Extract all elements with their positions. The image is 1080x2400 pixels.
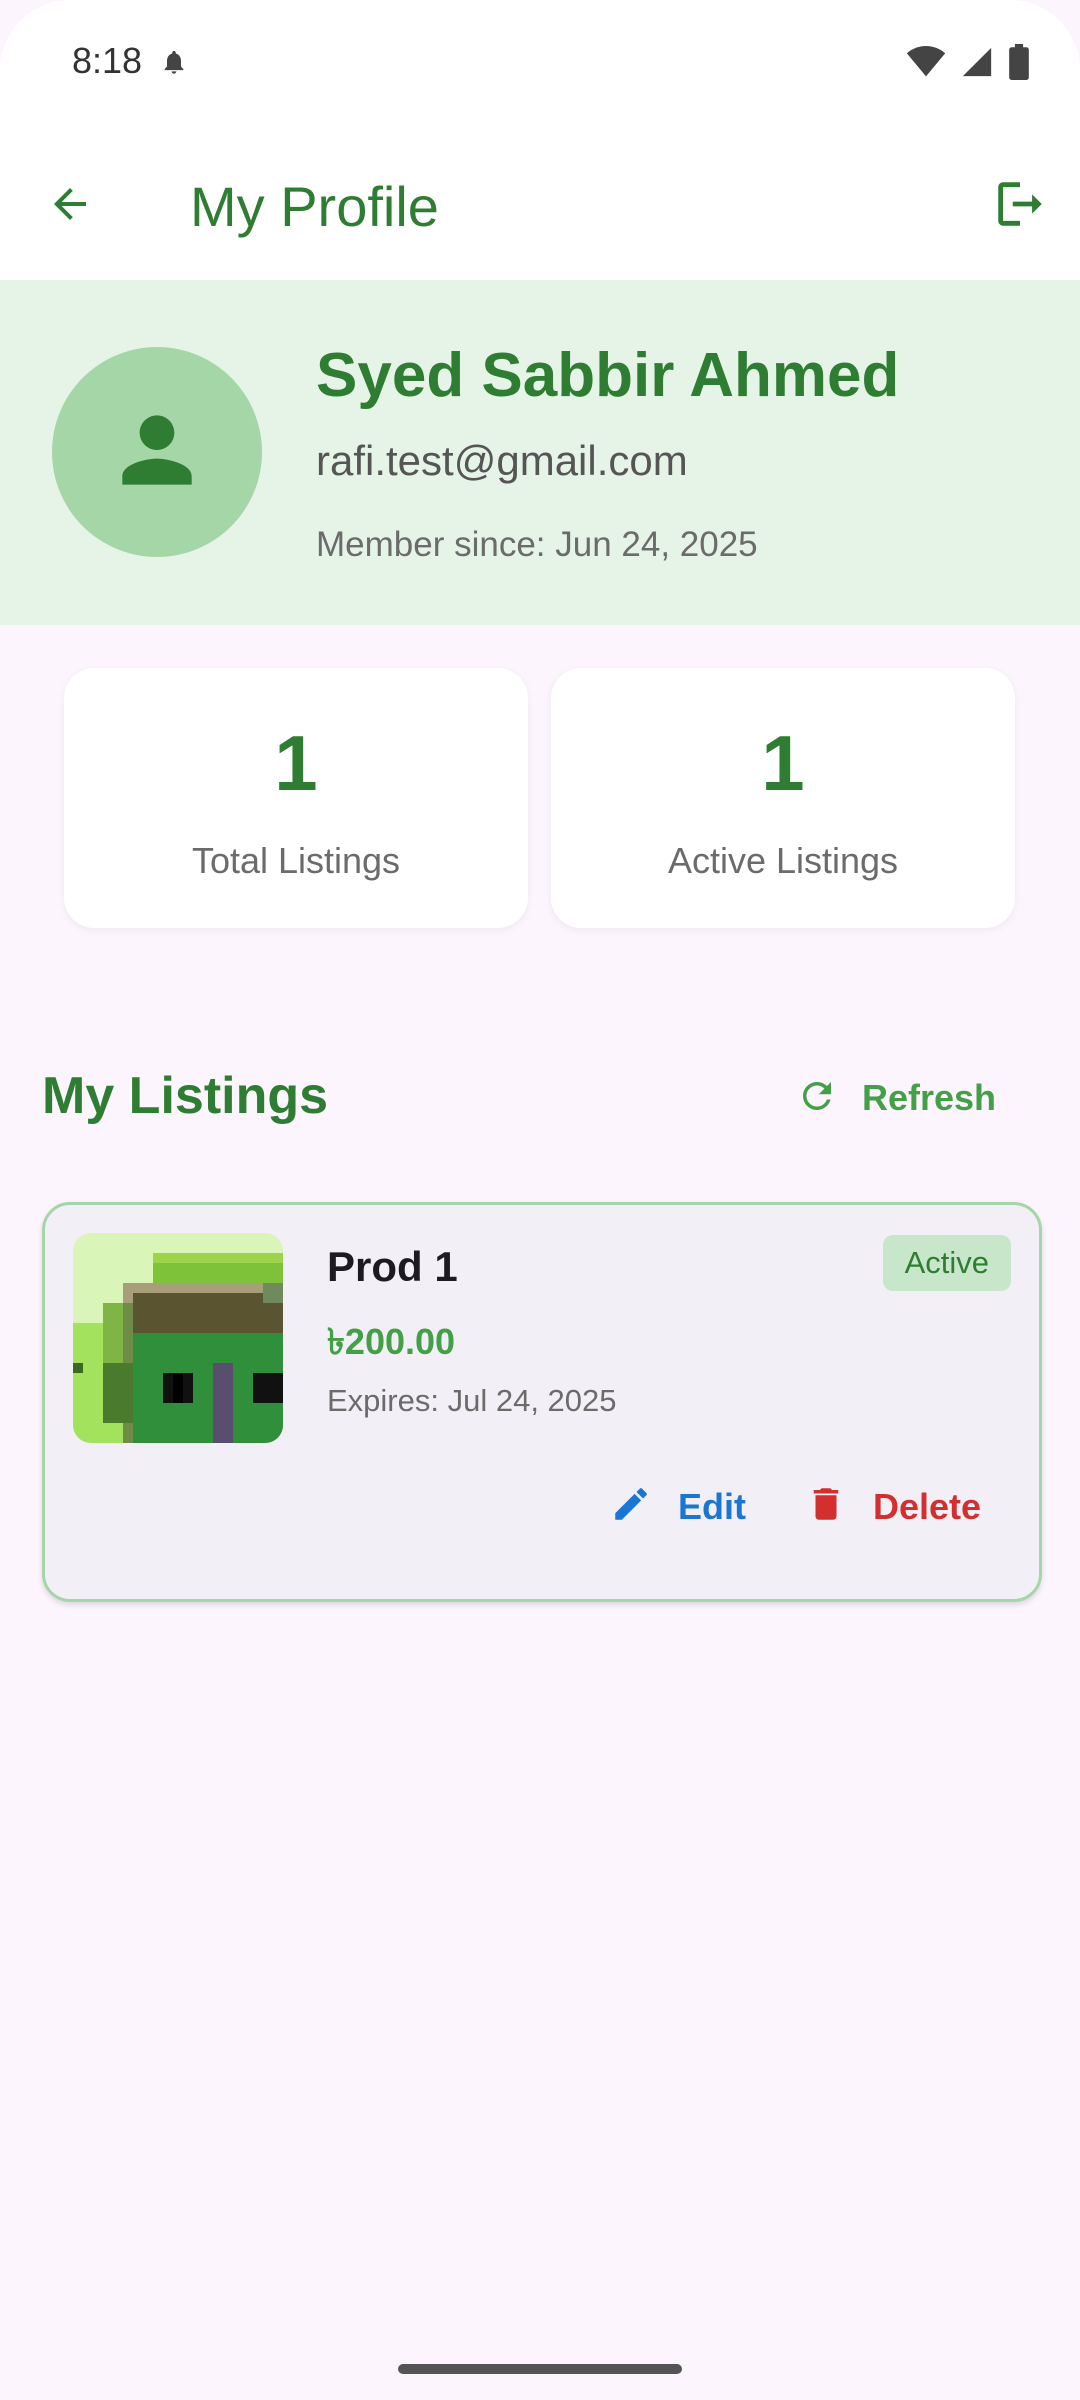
product-expires: Expires: Jul 24, 2025 bbox=[327, 1383, 617, 1418]
back-button[interactable] bbox=[30, 166, 110, 246]
stat-label: Active Listings bbox=[667, 840, 899, 881]
signal-icon bbox=[960, 45, 994, 84]
notification-bell-icon bbox=[160, 46, 188, 83]
app-screen: 8:18 My Profile Syed Sabbir Ahmed rafi.t… bbox=[0, 0, 1080, 2400]
user-name: Syed Sabbir Ahmed bbox=[316, 341, 900, 410]
status-icons bbox=[906, 44, 1030, 85]
arrow-back-icon bbox=[46, 180, 94, 233]
section-title: My Listings bbox=[42, 1067, 329, 1125]
stat-label: Total Listings bbox=[191, 840, 401, 881]
home-indicator[interactable] bbox=[398, 2364, 682, 2374]
stat-card-total-listings: 1 Total Listings bbox=[64, 668, 528, 928]
app-bar: My Profile bbox=[0, 130, 1080, 280]
profile-header: Syed Sabbir Ahmed rafi.test@gmail.com Me… bbox=[0, 280, 1080, 625]
refresh-button[interactable]: Refresh bbox=[796, 1070, 996, 1126]
product-name: Prod 1 bbox=[327, 1243, 458, 1290]
person-icon bbox=[105, 398, 209, 507]
user-email: rafi.test@gmail.com bbox=[316, 437, 688, 484]
refresh-icon bbox=[796, 1075, 838, 1122]
member-since: Member since: Jun 24, 2025 bbox=[316, 525, 758, 564]
avatar bbox=[52, 347, 262, 557]
refresh-label: Refresh bbox=[862, 1077, 997, 1118]
pencil-icon bbox=[610, 1483, 652, 1530]
stat-value: 1 bbox=[274, 719, 318, 807]
logout-button[interactable] bbox=[980, 166, 1060, 246]
status-bar: 8:18 bbox=[0, 0, 1080, 130]
trash-icon bbox=[805, 1483, 847, 1530]
logout-icon bbox=[991, 175, 1049, 238]
edit-label: Edit bbox=[678, 1485, 746, 1527]
delete-button[interactable]: Delete bbox=[805, 1483, 981, 1530]
battery-icon bbox=[1008, 44, 1030, 85]
stat-value: 1 bbox=[761, 719, 805, 807]
product-price: ৳200.00 bbox=[327, 1321, 456, 1362]
page-title: My Profile bbox=[190, 175, 439, 238]
status-badge: Active bbox=[882, 1235, 1011, 1291]
edit-button[interactable]: Edit bbox=[610, 1483, 746, 1530]
product-thumbnail bbox=[73, 1233, 283, 1443]
stat-card-active-listings: 1 Active Listings bbox=[551, 668, 1015, 928]
listing-card[interactable]: Prod 1 ৳200.00 Expires: Jul 24, 2025 Act… bbox=[42, 1202, 1042, 1602]
delete-label: Delete bbox=[873, 1485, 982, 1527]
wifi-icon bbox=[906, 46, 946, 83]
status-time: 8:18 bbox=[72, 40, 143, 81]
